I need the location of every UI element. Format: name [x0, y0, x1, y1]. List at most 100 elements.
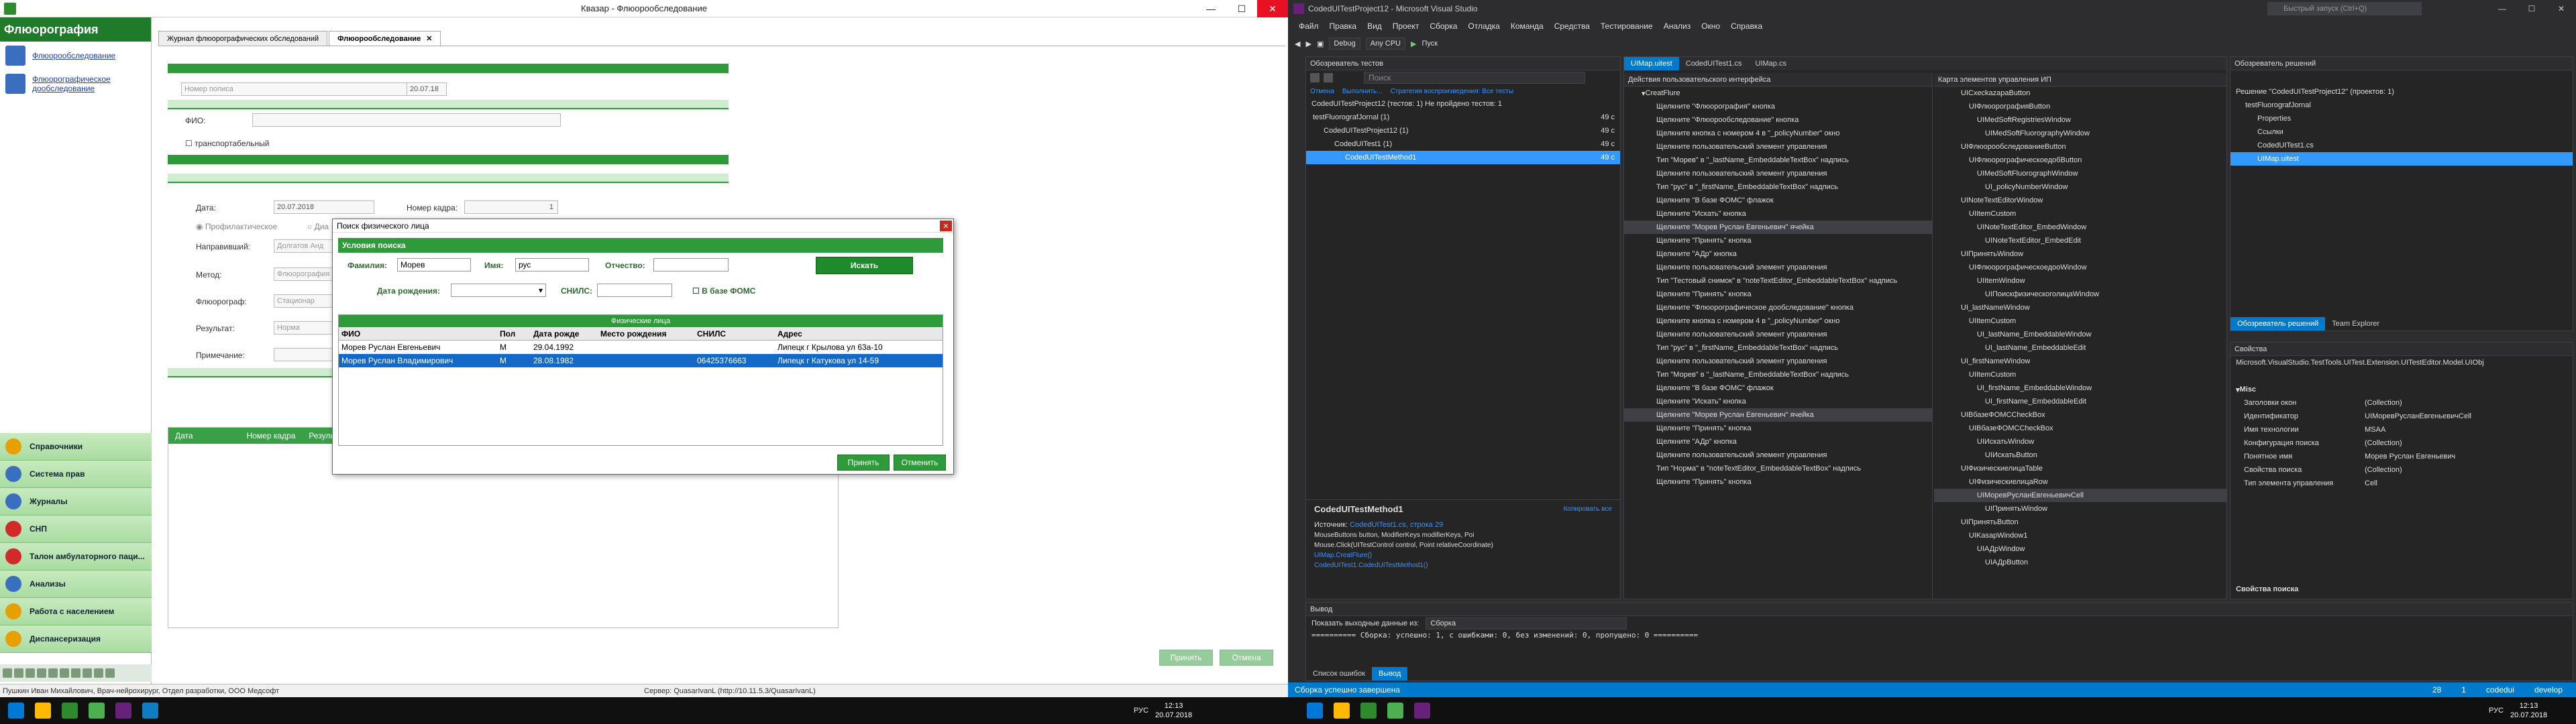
- menu-item[interactable]: Анализы: [0, 570, 152, 598]
- chrome-icon[interactable]: [89, 703, 105, 719]
- action-item[interactable]: Щелкните "Принять" кнопка: [1624, 422, 1932, 435]
- control-item[interactable]: UIMedSoftRegistriesWindow: [1934, 113, 2226, 127]
- dialog-accept-button[interactable]: Принять: [837, 455, 890, 471]
- result-input[interactable]: Норма: [274, 321, 341, 335]
- test-node[interactable]: CodedUITestMethod1 49 с: [1306, 151, 1620, 164]
- transportable-checkbox[interactable]: ☐ транспортабельный: [185, 139, 269, 148]
- control-item[interactable]: UI_lastName_EmbeddableWindow: [1934, 328, 2226, 341]
- action-item[interactable]: Щелкните пользовательский элемент управл…: [1624, 261, 1932, 274]
- tool-icon[interactable]: [71, 668, 80, 678]
- tab-uimap-cs[interactable]: UIMap.cs: [1749, 57, 1793, 70]
- action-item[interactable]: Щелкните "Флюорографическое дообследован…: [1624, 301, 1932, 314]
- control-item[interactable]: UIФлюорографияButton: [1934, 100, 2226, 113]
- control-item[interactable]: UI_policyNumberWindow: [1934, 180, 2226, 194]
- solution-item[interactable]: CodedUITest1.cs: [2231, 139, 2573, 152]
- patronymic-input[interactable]: [653, 258, 729, 272]
- tool-icon[interactable]: [3, 668, 12, 678]
- clock[interactable]: 12:13 20.07.2018: [1155, 701, 1192, 720]
- menu-11[interactable]: Справка: [1725, 21, 1768, 31]
- control-item[interactable]: UIMedSoftFluorographWindow: [1934, 167, 2226, 180]
- control-item[interactable]: UIПоискфизическоголицаWindow: [1934, 288, 2226, 301]
- tool-icon[interactable]: [48, 668, 58, 678]
- date-input[interactable]: 20.07.2018: [274, 200, 374, 214]
- test-node[interactable]: CodedUITestProject12 (1) 49 с: [1306, 124, 1620, 137]
- control-item[interactable]: UIАДрWindow: [1934, 542, 2226, 556]
- action-item[interactable]: Щелкните "Флюорография" кнопка: [1624, 100, 1932, 113]
- action-item[interactable]: Щелкните "В базе ФОМС" флажок: [1624, 194, 1932, 207]
- test-node[interactable]: CodedUITest1 (1) 49 с: [1306, 137, 1620, 151]
- tool-icon[interactable]: [37, 668, 46, 678]
- column-header[interactable]: ФИО: [339, 327, 500, 340]
- surname-input[interactable]: Морев: [397, 258, 471, 272]
- status-branch[interactable]: codedui: [2486, 685, 2514, 695]
- quasar-icon[interactable]: [1360, 703, 1377, 719]
- save-icon[interactable]: ▣: [1317, 40, 1324, 48]
- frame-input[interactable]: 1: [464, 200, 558, 214]
- control-item[interactable]: UIАДрButton: [1934, 556, 2226, 569]
- solution-item[interactable]: UIMap.uitest: [2231, 152, 2573, 166]
- menu-item[interactable]: Диспансеризация: [0, 625, 152, 653]
- menu-item[interactable]: Система прав: [0, 461, 152, 488]
- action-item[interactable]: Щелкните пользовательский элемент управл…: [1624, 140, 1932, 154]
- action-item[interactable]: Щелкните "Искать" кнопка: [1624, 207, 1932, 221]
- menu-1[interactable]: Правка: [1324, 21, 1362, 31]
- dialog-close-button[interactable]: ✕: [940, 221, 952, 231]
- action-item[interactable]: Тип "рус" в "_firstName_EmbeddableTextBo…: [1624, 180, 1932, 194]
- menu-8[interactable]: Тестирование: [1595, 21, 1658, 31]
- control-item[interactable]: UI_lastName_EmbeddableEdit: [1934, 341, 2226, 355]
- action-item[interactable]: Щелкните "Принять" кнопка: [1624, 288, 1932, 301]
- source-link[interactable]: CodedUITest1.cs, строка 29: [1350, 521, 1443, 529]
- column-header[interactable]: Дата: [168, 431, 200, 440]
- action-item[interactable]: Щелкните пользовательский элемент управл…: [1624, 448, 1932, 462]
- cancel-link[interactable]: Отмена: [1310, 88, 1334, 95]
- test-search-input[interactable]: Поиск: [1364, 72, 1585, 84]
- menu-10[interactable]: Окно: [1696, 21, 1725, 31]
- explorer-icon[interactable]: [35, 703, 51, 719]
- action-item[interactable]: Щелкните "Морев Руслан Евгеньевич" ячейк…: [1624, 408, 1932, 422]
- tab-journal[interactable]: Журнал флюорографических обследований: [158, 31, 328, 46]
- solution-item[interactable]: Properties: [2231, 112, 2573, 125]
- group-icon[interactable]: [1324, 73, 1333, 82]
- cell-sex[interactable]: М: [500, 343, 533, 352]
- close-button[interactable]: ✕: [1257, 0, 1288, 17]
- action-item[interactable]: Тип "Морев" в "_lastName_EmbeddableTextB…: [1624, 368, 1932, 381]
- control-item[interactable]: UIМоревРусланЕвгеньевичCell: [1934, 489, 2226, 502]
- run-all-icon[interactable]: [1310, 73, 1320, 82]
- quasar-icon[interactable]: [62, 703, 78, 719]
- playlist-link[interactable]: Стратегия воспроизведения: Все тесты: [1391, 88, 1513, 95]
- config-select[interactable]: Debug: [1329, 38, 1360, 50]
- start-icon[interactable]: ▶: [1411, 40, 1416, 48]
- control-item[interactable]: UINoteTextEditorWindow: [1934, 194, 2226, 207]
- app-icon[interactable]: [142, 703, 158, 719]
- action-item[interactable]: Щелкните "Морев Руслан Евгеньевич" ячейк…: [1624, 221, 1932, 234]
- stack-link[interactable]: CodedUITest1.CodedUITestMethod1(): [1314, 562, 1612, 569]
- vs-icon[interactable]: [115, 703, 131, 719]
- tab-output[interactable]: Вывод: [1371, 667, 1408, 680]
- control-item[interactable]: UIФизическиелицаTable: [1934, 462, 2226, 475]
- forward-icon[interactable]: ▶: [1305, 40, 1311, 48]
- property-row[interactable]: Тип элемента управления Cell: [2231, 477, 2573, 490]
- control-item[interactable]: UIФлюорографическоедооWindow: [1934, 261, 2226, 274]
- tool-icon[interactable]: [105, 668, 115, 678]
- sidebar-link-fluoro-extra[interactable]: Флюорографическое дообследование: [0, 70, 151, 98]
- cell-address[interactable]: Липецк г Катукова ул 14-59: [777, 356, 938, 365]
- lang-indicator[interactable]: РУС: [2489, 707, 2504, 715]
- action-item[interactable]: Щелкните пользовательский элемент управл…: [1624, 328, 1932, 341]
- menu-2[interactable]: Вид: [1362, 21, 1387, 31]
- foms-checkbox[interactable]: ☐ В базе ФОМС: [692, 286, 755, 296]
- column-header[interactable]: Пол: [500, 327, 533, 340]
- cancel-button[interactable]: Отмена: [1220, 650, 1273, 666]
- control-item[interactable]: UIKasapWindow1: [1934, 529, 2226, 542]
- copy-all-link[interactable]: Копировать все: [1564, 505, 1612, 513]
- action-item[interactable]: Щелкните "АДр" кнопка: [1624, 435, 1932, 448]
- control-item[interactable]: UIПринятьWindow: [1934, 502, 2226, 516]
- menu-item[interactable]: Работа с населением: [0, 598, 152, 625]
- property-row[interactable]: Понятное имя Морев Руслан Евгеньевич: [2231, 450, 2573, 463]
- control-item[interactable]: UIВбазеФОМСCheckBox: [1934, 408, 2226, 422]
- tab-uimap-uitest[interactable]: UIMap.uitest: [1624, 57, 1679, 70]
- tab-codeduitest1[interactable]: CodedUITest1.cs: [1679, 57, 1749, 70]
- quick-launch-input[interactable]: Быстрый запуск (Ctrl+Q): [2267, 2, 2422, 15]
- control-item[interactable]: UI_firstName_EmbeddableWindow: [1934, 381, 2226, 395]
- status-branch2[interactable]: develop: [2534, 685, 2563, 695]
- column-header[interactable]: Дата рожде: [533, 327, 600, 340]
